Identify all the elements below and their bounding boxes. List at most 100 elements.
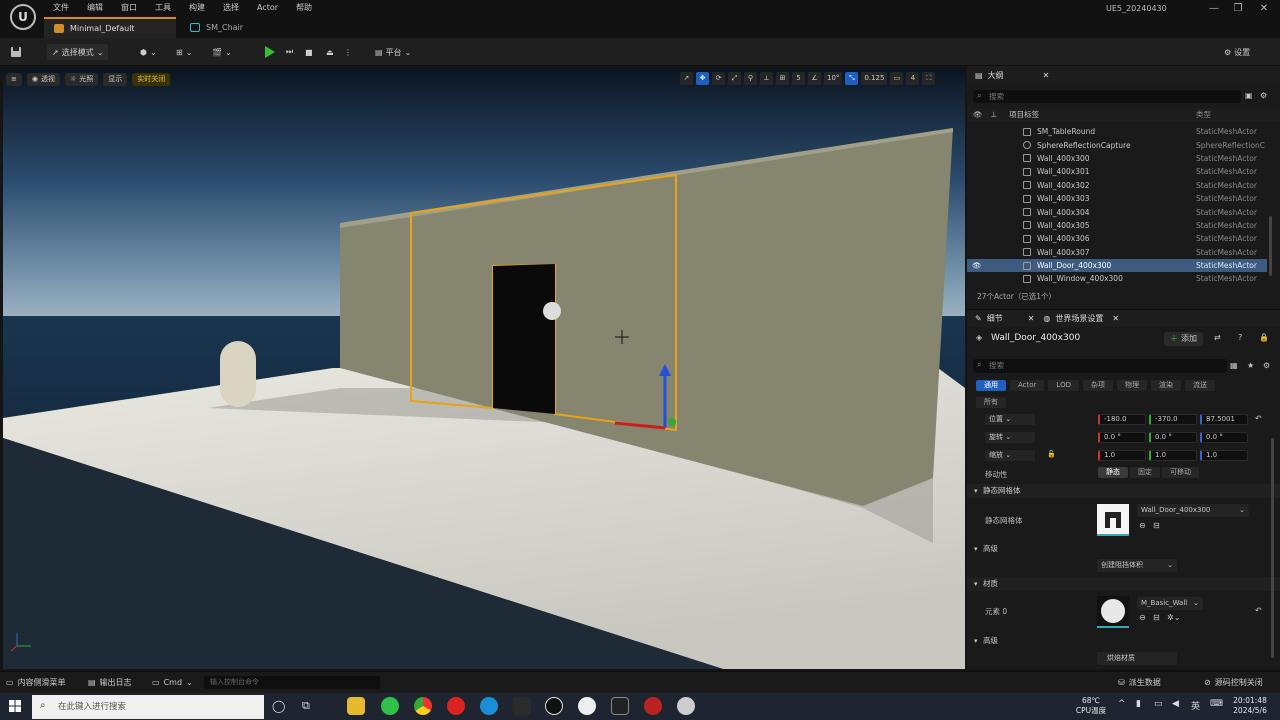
- mobility-stationary[interactable]: 固定: [1130, 467, 1160, 478]
- details-scrollbar[interactable]: [1271, 438, 1274, 658]
- material-options-icon[interactable]: ✲⌄: [1167, 613, 1180, 622]
- list-item[interactable]: SphereReflectionCapture SphereReflectionC: [967, 138, 1267, 151]
- filter-all[interactable]: 所有: [976, 397, 1006, 408]
- surface-snap-icon[interactable]: ⟂: [760, 72, 773, 85]
- list-item[interactable]: Wall_400x306 StaticMeshActor: [967, 232, 1267, 245]
- wechat-icon[interactable]: [381, 697, 399, 715]
- camera-speed-value[interactable]: 4: [906, 72, 920, 85]
- location-z-field[interactable]: 87.5001: [1200, 414, 1248, 425]
- epic-games-icon[interactable]: [611, 697, 629, 715]
- more-options-icon[interactable]: ⋮: [344, 44, 352, 60]
- browse-back-icon[interactable]: ⊖: [1139, 521, 1146, 530]
- column-type[interactable]: 类型: [1196, 109, 1211, 120]
- scale-y-field[interactable]: 1.0: [1149, 450, 1197, 461]
- filter-lod[interactable]: LOD: [1048, 380, 1079, 391]
- list-item[interactable]: Wall_400x305 StaticMeshActor: [967, 219, 1267, 232]
- static-mesh-thumbnail[interactable]: [1097, 504, 1129, 536]
- blueprint-icon[interactable]: ⇄: [1214, 333, 1221, 342]
- list-item-selected[interactable]: 👁 Wall_Door_400x300 StaticMeshActor: [967, 258, 1267, 273]
- filter-rendering[interactable]: 渲染: [1150, 380, 1181, 391]
- menu-build[interactable]: 构建: [180, 2, 214, 14]
- rotation-z-field[interactable]: 0.0 °: [1200, 432, 1248, 443]
- network-icon[interactable]: ▭: [1154, 699, 1163, 709]
- menu-select[interactable]: 选择: [214, 2, 248, 14]
- rotate-tool-icon[interactable]: ⟳: [712, 72, 725, 85]
- location-y-field[interactable]: -370.0: [1149, 414, 1197, 425]
- filter-misc[interactable]: 杂项: [1082, 380, 1113, 391]
- list-item[interactable]: Wall_400x307 StaticMeshActor: [967, 246, 1267, 259]
- list-item[interactable]: Wall_400x302 StaticMeshActor: [967, 179, 1267, 192]
- menu-tools[interactable]: 工具: [146, 2, 180, 14]
- filter-actor[interactable]: Actor: [1010, 380, 1045, 391]
- filter-general[interactable]: 通用: [976, 380, 1006, 391]
- outliner-tab[interactable]: ▤ 大纲 ✕: [967, 66, 1280, 84]
- add-component-button[interactable]: ＋ 添加: [1164, 332, 1203, 346]
- world-local-icon[interactable]: ⚲: [744, 72, 757, 85]
- clock[interactable]: 20:01:48 2024/5/6: [1228, 696, 1272, 716]
- menu-window[interactable]: 窗口: [112, 2, 146, 14]
- app-icon[interactable]: [513, 697, 531, 715]
- list-item[interactable]: SM_TableRound StaticMeshActor: [967, 125, 1267, 138]
- menu-help[interactable]: 帮助: [287, 2, 321, 14]
- list-item[interactable]: Wall_Window_400x300 StaticMeshActor: [967, 272, 1267, 285]
- volume-icon[interactable]: ◀: [1172, 699, 1179, 709]
- menu-actor[interactable]: Actor: [248, 2, 287, 14]
- details-search-input[interactable]: 搜索: [973, 359, 1227, 373]
- scale-x-field[interactable]: 1.0: [1098, 450, 1146, 461]
- play-button[interactable]: [265, 44, 275, 60]
- minimize-icon[interactable]: —: [1204, 2, 1224, 16]
- realtime-off-badge[interactable]: 实时关闭: [132, 72, 171, 86]
- column-label[interactable]: 项目标签: [1009, 109, 1039, 120]
- tab-minimal-default[interactable]: Minimal_Default: [44, 17, 176, 38]
- add-folder-icon[interactable]: ▣: [1245, 91, 1253, 100]
- category-advanced-materials[interactable]: 高级: [967, 634, 1280, 648]
- close-icon[interactable]: ✕: [1254, 2, 1274, 16]
- lit-button[interactable]: ☼ 光照: [64, 72, 99, 86]
- eye-icon[interactable]: 👁: [972, 261, 982, 270]
- rotation-snap-icon[interactable]: ∠: [808, 72, 821, 85]
- maximize-icon[interactable]: ❐: [1228, 2, 1248, 16]
- platforms-button[interactable]: ▤ 平台 ⌄: [375, 44, 411, 60]
- lock-icon[interactable]: 🔓: [1047, 450, 1056, 458]
- console-input[interactable]: 输入控制台命令: [204, 676, 380, 689]
- close-icon[interactable]: ✕: [1112, 314, 1119, 323]
- edge-icon[interactable]: [480, 697, 498, 715]
- eject-icon[interactable]: ⏏: [326, 44, 334, 60]
- translate-tool-icon[interactable]: ✥: [696, 72, 709, 85]
- taskbar-search-input[interactable]: 在此键入进行搜索: [32, 695, 264, 719]
- category-static-mesh[interactable]: 静态网格体: [967, 484, 1280, 498]
- show-button[interactable]: 显示: [103, 72, 128, 86]
- scale-tool-icon[interactable]: ⤢: [728, 72, 741, 85]
- list-item[interactable]: Wall_400x303 StaticMeshActor: [967, 192, 1267, 205]
- gear-icon[interactable]: ⚙: [1263, 361, 1270, 370]
- tray-chevron-icon[interactable]: ^: [1118, 699, 1126, 709]
- create-collision-button[interactable]: 创建阻挡体积 ⌄: [1097, 559, 1177, 572]
- filter-physics[interactable]: 物理: [1116, 380, 1147, 391]
- unreal-logo-icon[interactable]: U: [10, 4, 36, 30]
- browse-folder-icon[interactable]: ⊟: [1153, 613, 1160, 622]
- stop-icon[interactable]: ■: [305, 44, 313, 60]
- outliner-scrollbar[interactable]: [1269, 216, 1272, 276]
- material-select[interactable]: M_Basic_Wall ⌄: [1137, 597, 1203, 610]
- ime-indicator[interactable]: 英: [1191, 699, 1200, 712]
- close-icon[interactable]: ✕: [1043, 71, 1050, 80]
- scale-snap-value[interactable]: 0.125: [861, 72, 888, 85]
- tray-app-icon[interactable]: ▮: [1136, 699, 1141, 709]
- mobility-static[interactable]: 静态: [1098, 467, 1128, 478]
- location-dropdown[interactable]: 位置 ⌄: [985, 414, 1035, 425]
- pin-icon[interactable]: ⊥: [991, 110, 998, 119]
- category-materials[interactable]: 材质: [967, 577, 1280, 591]
- netease-music-icon[interactable]: [447, 697, 465, 715]
- bake-material-button[interactable]: 烘焙材质: [1097, 652, 1177, 665]
- output-log-button[interactable]: ▤ 输出日志: [88, 676, 132, 689]
- tab-sm-chair[interactable]: SM_Chair: [180, 17, 290, 38]
- cortana-icon[interactable]: ◯: [272, 699, 285, 713]
- content-drawer-button[interactable]: ▭ 内容侧滑菜单: [6, 676, 66, 689]
- davinci-icon[interactable]: [578, 697, 596, 715]
- reset-icon[interactable]: ↶: [1255, 606, 1262, 615]
- keyboard-icon[interactable]: ⌨: [1210, 699, 1223, 709]
- location-x-field[interactable]: -180.0: [1098, 414, 1146, 425]
- star-icon[interactable]: ★: [1247, 361, 1254, 370]
- scale-dropdown[interactable]: 缩放 ⌄: [985, 450, 1035, 461]
- help-icon[interactable]: ?: [1238, 333, 1242, 342]
